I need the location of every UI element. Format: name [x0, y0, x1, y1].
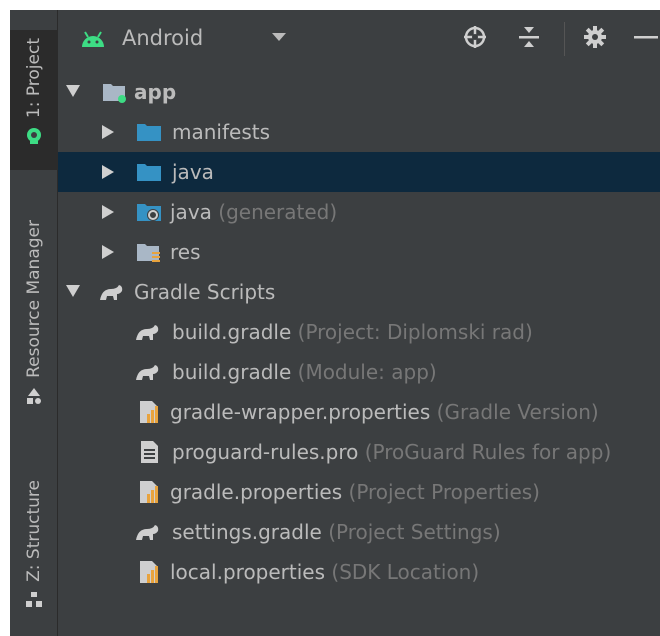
tree-node-java[interactable]: java	[58, 152, 660, 192]
tree-node-label: res	[170, 240, 201, 264]
tree-node-label: build.gradle (Module: app)	[172, 360, 437, 384]
properties-icon	[140, 401, 158, 423]
tree-node-file[interactable]: gradle.properties (Project Properties)	[58, 472, 660, 512]
tool-window-header: Android	[58, 10, 660, 72]
tree-node-label: gradle-wrapper.properties (Gradle Versio…	[170, 400, 599, 424]
minimize-icon[interactable]	[632, 24, 658, 50]
text-file-icon	[141, 441, 158, 463]
collapsed-arrow-icon[interactable]	[102, 165, 114, 179]
tree-node-gradle-scripts[interactable]: Gradle Scripts	[58, 272, 660, 312]
chevron-down-icon[interactable]	[272, 32, 286, 42]
folder-icon	[137, 124, 161, 141]
tree-node-file[interactable]: build.gradle (Module: app)	[58, 352, 660, 392]
tab-resource-manager-label: Resource Manager	[23, 220, 44, 378]
gradle-icon	[100, 285, 123, 300]
project-tool-window: 1: Project Resource Manager Z: Structure	[10, 10, 660, 636]
resource-manager-icon	[26, 387, 41, 404]
tree-node-app[interactable]: app	[58, 72, 660, 112]
properties-icon	[140, 561, 158, 583]
tree-node-label: build.gradle (Project: Diplomski rad)	[172, 320, 533, 344]
android-icon	[82, 31, 104, 47]
tree-node-label: proguard-rules.pro (ProGuard Rules for a…	[172, 440, 612, 464]
tab-structure-label: Z: Structure	[23, 480, 44, 582]
tree-node-label: gradle.properties (Project Properties)	[170, 480, 540, 504]
gradle-icon	[136, 325, 159, 340]
tree-node-label: app	[134, 80, 177, 104]
tab-project-label: 1: Project	[23, 38, 44, 119]
tree-node-file[interactable]: gradle-wrapper.properties (Gradle Versio…	[58, 392, 660, 432]
tree-node-java-generated[interactable]: java (generated)	[58, 192, 660, 232]
tree-node-file[interactable]: build.gradle (Project: Diplomski rad)	[58, 312, 660, 352]
gear-icon[interactable]	[582, 24, 608, 50]
generated-folder-icon	[137, 204, 161, 221]
collapsed-arrow-icon[interactable]	[102, 245, 114, 259]
tree-node-file[interactable]: proguard-rules.pro (ProGuard Rules for a…	[58, 432, 660, 472]
tree-node-label: settings.gradle (Project Settings)	[172, 520, 501, 544]
project-tree: app manifests java java (generated) res …	[58, 72, 660, 636]
tree-node-file[interactable]: settings.gradle (Project Settings)	[58, 512, 660, 552]
tab-resource-manager[interactable]: Resource Manager	[10, 220, 57, 440]
folder-icon	[137, 164, 161, 181]
tree-node-label: local.properties (SDK Location)	[170, 560, 480, 584]
tool-window-strip: 1: Project Resource Manager Z: Structure	[10, 10, 58, 636]
collapsed-arrow-icon[interactable]	[102, 125, 114, 139]
gradle-icon	[136, 365, 159, 380]
tree-node-label: Gradle Scripts	[134, 280, 276, 304]
view-selector[interactable]: Android	[122, 26, 203, 50]
expanded-arrow-icon[interactable]	[66, 85, 80, 97]
locate-icon[interactable]	[462, 24, 488, 50]
tree-node-file[interactable]: local.properties (SDK Location)	[58, 552, 660, 592]
expanded-arrow-icon[interactable]	[66, 285, 80, 297]
tree-node-label: java (generated)	[170, 200, 338, 224]
properties-icon	[140, 481, 158, 503]
resources-folder-icon	[137, 244, 160, 262]
tab-structure[interactable]: Z: Structure	[10, 480, 57, 630]
module-folder-icon	[103, 84, 126, 103]
gradle-icon	[136, 525, 159, 540]
tab-project[interactable]: 1: Project	[10, 30, 57, 170]
tree-node-label: manifests	[172, 120, 270, 144]
structure-icon	[25, 591, 42, 607]
tree-node-manifests[interactable]: manifests	[58, 112, 660, 152]
collapse-all-icon[interactable]	[516, 24, 542, 50]
tree-node-label: java	[172, 160, 214, 184]
tree-node-res[interactable]: res	[58, 232, 660, 272]
android-project-icon	[26, 128, 41, 145]
collapsed-arrow-icon[interactable]	[102, 205, 114, 219]
header-divider	[564, 22, 565, 56]
